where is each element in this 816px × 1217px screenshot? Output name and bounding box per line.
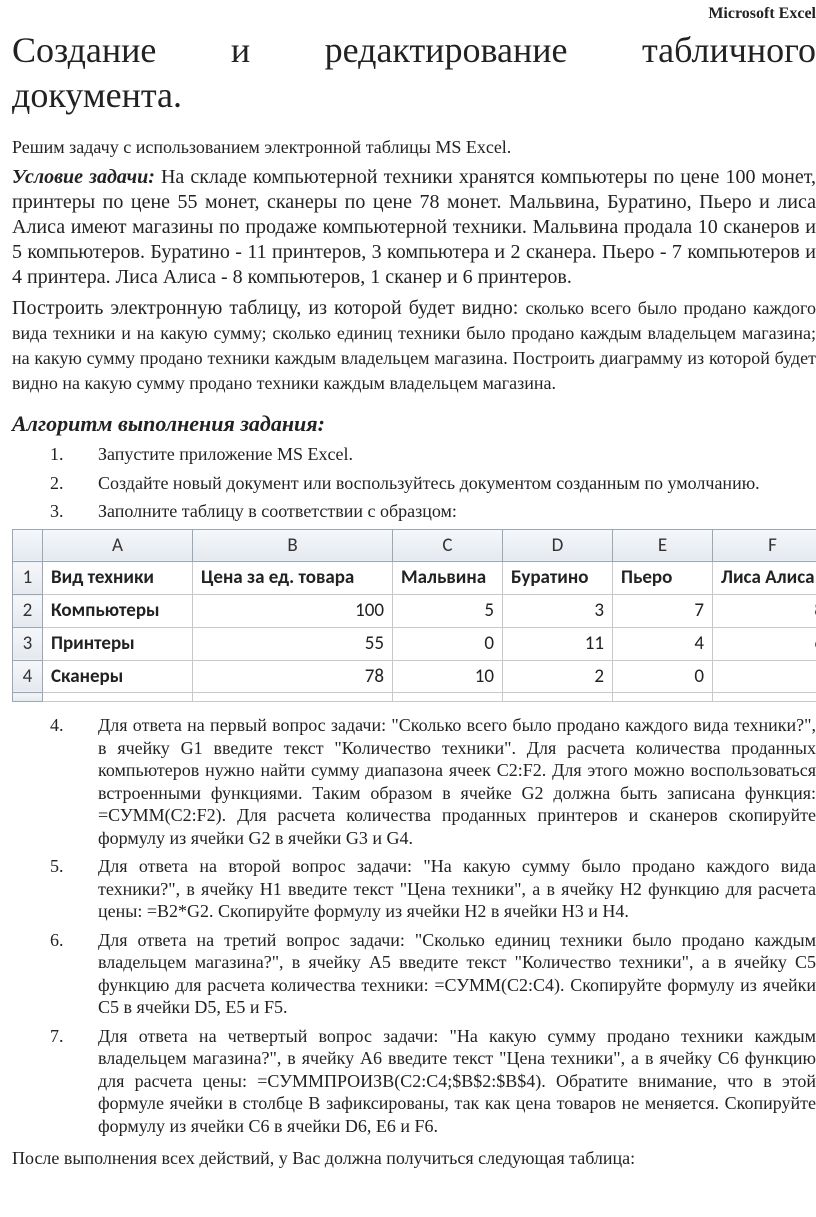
excel-cell: Цена за ед. товара — [193, 562, 393, 595]
task-build: Построить электронную таблицу, из которо… — [12, 296, 816, 396]
algorithm-step: 3.Заполните таблицу в соответствии с обр… — [50, 500, 816, 523]
excel-colhdr: F — [713, 529, 816, 562]
excel-sample-table: A B C D E F 1Вид техникиЦена за ед. това… — [12, 529, 816, 703]
excel-row: 1Вид техникиЦена за ед. товараМальвинаБу… — [13, 562, 816, 595]
condition-label: Условие задачи: — [12, 166, 155, 188]
algorithm-step: 2.Создайте новый документ или воспользуй… — [50, 472, 816, 495]
excel-colhdr: E — [613, 529, 713, 562]
excel-cell: 55 — [193, 627, 393, 660]
excel-cell: Мальвина — [393, 562, 503, 595]
step-text: Запустите приложение MS Excel. — [98, 443, 816, 466]
excel-rowhdr: 4 — [13, 660, 43, 693]
excel-rowhdr: 2 — [13, 595, 43, 628]
step-number: 2. — [50, 472, 98, 495]
excel-cell: 5 — [393, 595, 503, 628]
step-text: Для ответа на первый вопрос задачи: "Ско… — [98, 714, 816, 849]
page-header-app: Microsoft Excel — [12, 4, 816, 24]
excel-rowhdr — [13, 693, 43, 702]
step-text: Для ответа на второй вопрос задачи: "На … — [98, 855, 816, 923]
step-number: 1. — [50, 443, 98, 466]
step-text: Заполните таблицу в соответствии с образ… — [98, 500, 816, 523]
task-condition: Условие задачи: На складе компьютерной т… — [12, 165, 816, 290]
excel-cell: 8 — [713, 595, 816, 628]
excel-cell: Принтеры — [43, 627, 193, 660]
excel-cell — [393, 693, 503, 702]
step-number: 3. — [50, 500, 98, 523]
step-number: 7. — [50, 1025, 98, 1138]
excel-corner — [13, 529, 43, 562]
step-text: Создайте новый документ или воспользуйте… — [98, 472, 816, 495]
title-line2: документа. — [12, 73, 816, 118]
excel-row: 4Сканеры7810201 — [13, 660, 816, 693]
excel-cell: 11 — [503, 627, 613, 660]
algorithm-step: 6.Для ответа на третий вопрос задачи: "С… — [50, 929, 816, 1019]
excel-colhdr: B — [193, 529, 393, 562]
excel-cell — [43, 693, 193, 702]
step-text: Для ответа на третий вопрос задачи: "Ско… — [98, 929, 816, 1019]
excel-rowhdr: 1 — [13, 562, 43, 595]
algorithm-step: 5.Для ответа на второй вопрос задачи: "Н… — [50, 855, 816, 923]
step-number: 6. — [50, 929, 98, 1019]
excel-cell: 6 — [713, 627, 816, 660]
title-line1: Создание и редактирование табличного — [12, 28, 816, 73]
excel-colhdr: A — [43, 529, 193, 562]
excel-row: 3Принтеры5501146 — [13, 627, 816, 660]
excel-cell: Буратино — [503, 562, 613, 595]
excel-cell — [503, 693, 613, 702]
algorithm-step: 4.Для ответа на первый вопрос задачи: "С… — [50, 714, 816, 849]
excel-cell: 78 — [193, 660, 393, 693]
after-text: После выполнения всех действий, у Вас до… — [12, 1147, 816, 1170]
excel-cell: 1 — [713, 660, 816, 693]
excel-row: 2Компьютеры1005378 — [13, 595, 816, 628]
excel-cell: 4 — [613, 627, 713, 660]
algorithm-title: Алгоритм выполнения задания: — [12, 410, 816, 438]
excel-row — [13, 693, 816, 702]
excel-cell: Вид техники — [43, 562, 193, 595]
page-title: Создание и редактирование табличного док… — [12, 28, 816, 118]
build-lead: Построить электронную таблицу, из которо… — [12, 297, 525, 319]
algorithm-step: 1.Запустите приложение MS Excel. — [50, 443, 816, 466]
excel-colhdr: C — [393, 529, 503, 562]
excel-cell: 0 — [613, 660, 713, 693]
excel-cell: 7 — [613, 595, 713, 628]
excel-cell: Сканеры — [43, 660, 193, 693]
step-number: 5. — [50, 855, 98, 923]
step-text: Для ответа на четвертый вопрос задачи: "… — [98, 1025, 816, 1138]
excel-cell: Компьютеры — [43, 595, 193, 628]
excel-cell — [713, 693, 816, 702]
excel-cell: 100 — [193, 595, 393, 628]
step-number: 4. — [50, 714, 98, 849]
excel-cell: 3 — [503, 595, 613, 628]
excel-cell: 0 — [393, 627, 503, 660]
excel-cell — [613, 693, 713, 702]
excel-cell: Лиса Алиса — [713, 562, 816, 595]
excel-rowhdr: 3 — [13, 627, 43, 660]
algorithm-step: 7.Для ответа на четвертый вопрос задачи:… — [50, 1025, 816, 1138]
excel-colhdr: D — [503, 529, 613, 562]
excel-cell: 10 — [393, 660, 503, 693]
excel-cell: 2 — [503, 660, 613, 693]
excel-col-header-row: A B C D E F — [13, 529, 816, 562]
excel-cell: Пьеро — [613, 562, 713, 595]
intro-text: Решим задачу с использованием электронно… — [12, 136, 816, 159]
excel-cell — [193, 693, 393, 702]
